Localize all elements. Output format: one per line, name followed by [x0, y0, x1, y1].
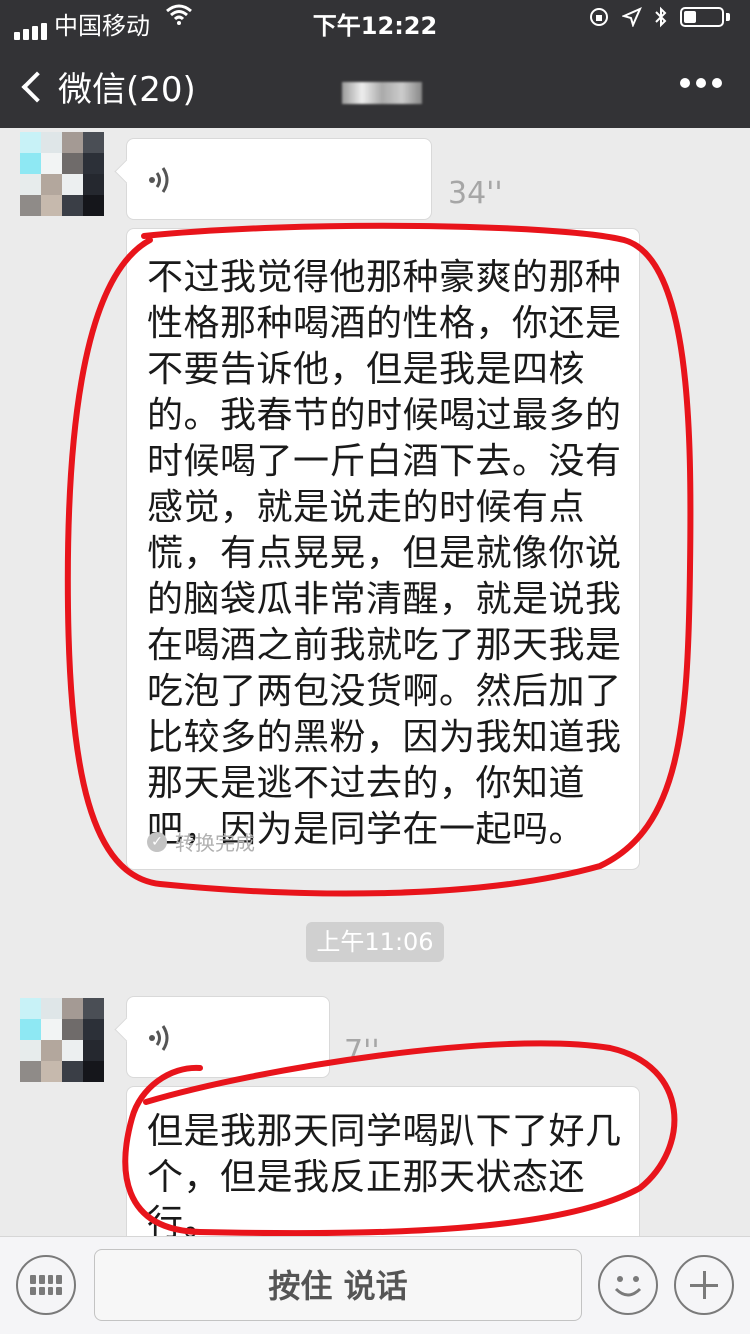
voice-message-bubble[interactable]: [126, 138, 432, 220]
battery-icon: [680, 7, 724, 27]
voice-duration: 7'': [344, 1034, 380, 1069]
input-bar: 按住 说话: [0, 1236, 750, 1334]
status-icons: [588, 6, 730, 28]
status-bar: 中国移动 下午12:22: [0, 0, 750, 40]
more-icon[interactable]: [680, 78, 722, 88]
transcript-text: 不过我觉得他那种豪爽的那种性格那种喝酒的性格，你还是不要告诉他，但是我是四核的。…: [147, 257, 622, 850]
transcript-text: 但是我那天同学喝趴下了好几个，但是我反正那天状态还行。: [147, 1111, 622, 1236]
keyboard-toggle-button[interactable]: [16, 1255, 76, 1315]
bluetooth-icon: [655, 6, 667, 28]
check-icon: ✓: [147, 831, 167, 852]
voice-wave-icon: [149, 167, 169, 193]
conversion-status-label: 转换完成: [175, 831, 255, 855]
avatar[interactable]: [20, 998, 104, 1082]
orientation-lock-icon: [590, 8, 608, 26]
location-icon: [622, 7, 642, 27]
more-functions-button[interactable]: [674, 1255, 734, 1315]
nav-bar: 微信(20): [0, 44, 750, 128]
header: 中国移动 下午12:22 微信(20): [0, 0, 750, 128]
chat-area[interactable]: 34'' 不过我觉得他那种豪爽的那种性格那种喝酒的性格，你还是不要告诉他，但是我…: [0, 128, 750, 1236]
transcript-bubble[interactable]: 但是我那天同学喝趴下了好几个，但是我反正那天状态还行。: [126, 1086, 640, 1236]
conversion-status: ✓ 转换完成: [147, 827, 255, 856]
back-chevron-icon: [21, 70, 53, 103]
voice-duration: 34'': [448, 176, 503, 211]
battery-tip: [726, 13, 730, 21]
timestamp-chip: 上午11:06: [306, 922, 444, 962]
emoji-icon: [614, 1276, 642, 1297]
avatar[interactable]: [20, 132, 104, 216]
keyboard-icon: [30, 1275, 62, 1295]
back-button[interactable]: 微信(20): [18, 62, 196, 111]
voice-message-bubble[interactable]: [126, 996, 330, 1078]
back-label: 微信(20): [58, 70, 196, 110]
emoji-button[interactable]: [598, 1255, 658, 1315]
chat-title-redacted: [342, 82, 422, 104]
voice-wave-icon: [149, 1025, 169, 1051]
transcript-bubble[interactable]: 不过我觉得他那种豪爽的那种性格那种喝酒的性格，你还是不要告诉他，但是我是四核的。…: [126, 228, 640, 870]
hold-to-talk-button[interactable]: 按住 说话: [94, 1249, 582, 1321]
